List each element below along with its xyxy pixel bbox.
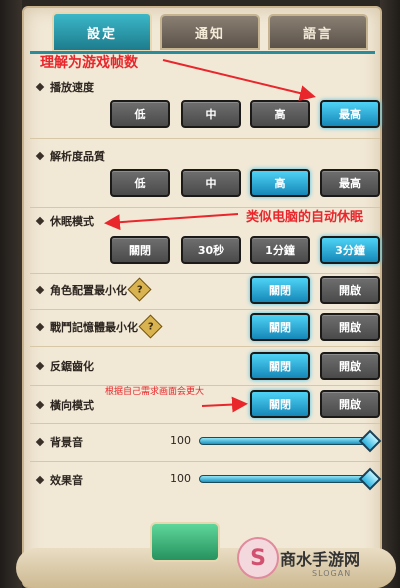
resolution-highest-button[interactable]: 最高 [320,169,380,197]
bullet-icon [35,437,45,447]
divider [30,461,380,462]
tab-settings[interactable]: 設定 [52,12,152,52]
confirm-button[interactable] [150,522,220,562]
bullet-icon [35,322,45,331]
sleep-1min-button[interactable]: 1分鐘 [250,236,310,264]
antialias-on-button[interactable]: 開啟 [320,352,380,380]
bullet-icon [35,285,45,294]
divider [30,309,380,310]
playback-medium-button[interactable]: 中 [181,100,241,128]
sfx-label: 效果音 [35,472,83,488]
tab-language[interactable]: 語言 [268,14,368,50]
tab-bar: 設定 通知 語言 [52,12,372,52]
right-frame-edge [380,0,400,588]
playback-high-button[interactable]: 高 [250,100,310,128]
sleep-off-button[interactable]: 關閉 [110,236,170,264]
bullet-icon [35,475,45,485]
bullet-icon [35,216,45,226]
divider [30,346,380,347]
sleep-mode-label: 休眠模式 [35,213,94,229]
sfx-value: 100 [170,472,191,485]
bgm-value: 100 [170,434,191,447]
left-frame-edge [0,0,22,588]
minimize-battle-on-button[interactable]: 開啟 [320,313,380,341]
resolution-high-button[interactable]: 高 [250,169,310,197]
divider [30,138,380,139]
resolution-label: 解析度品質 [35,148,105,164]
landscape-label: 橫向模式 [35,397,94,413]
antialias-off-button[interactable]: 關閉 [250,352,310,380]
watermark-text: 商水手游网 [280,550,361,569]
resolution-low-button[interactable]: 低 [110,169,170,197]
divider [30,423,380,424]
watermark-logo: S [237,537,279,579]
sfx-slider-track[interactable] [199,475,371,483]
help-icon[interactable]: ? [127,277,152,302]
landscape-off-button[interactable]: 關閉 [250,390,310,418]
playback-speed-label: 播放速度 [35,79,94,95]
sleep-3min-button[interactable]: 3分鐘 [320,236,380,264]
bullet-icon [35,361,45,371]
playback-highest-button[interactable]: 最高 [320,100,380,128]
help-icon[interactable]: ? [138,314,163,339]
minimize-char-on-button[interactable]: 開啟 [320,276,380,304]
minimize-battle-off-button[interactable]: 關閉 [250,313,310,341]
bgm-slider-track[interactable] [199,437,371,445]
annotation-autosleep: 类似电脑的自动休眠 [246,210,364,225]
bgm-label: 背景音 [35,434,83,450]
sleep-30s-button[interactable]: 30秒 [181,236,241,264]
watermark-slogan: SLOGAN [312,569,352,578]
divider [30,273,380,274]
playback-low-button[interactable]: 低 [110,100,170,128]
divider [30,385,380,386]
minimize-battle-label: 戰鬥記憶體最小化? [35,314,163,339]
bullet-icon [35,400,45,410]
annotation-landscape: 根据自己需求画面会更大 [105,387,205,397]
minimize-char-off-button[interactable]: 關閉 [250,276,310,304]
annotation-framerate: 理解为游戏帧数 [40,55,138,71]
resolution-medium-button[interactable]: 中 [181,169,241,197]
tab-notifications[interactable]: 通知 [160,14,260,50]
bullet-icon [35,82,45,92]
minimize-char-label: 角色配置最小化? [35,277,152,302]
landscape-on-button[interactable]: 開啟 [320,390,380,418]
antialias-label: 反鋸齒化 [35,358,94,374]
bullet-icon [35,151,45,161]
